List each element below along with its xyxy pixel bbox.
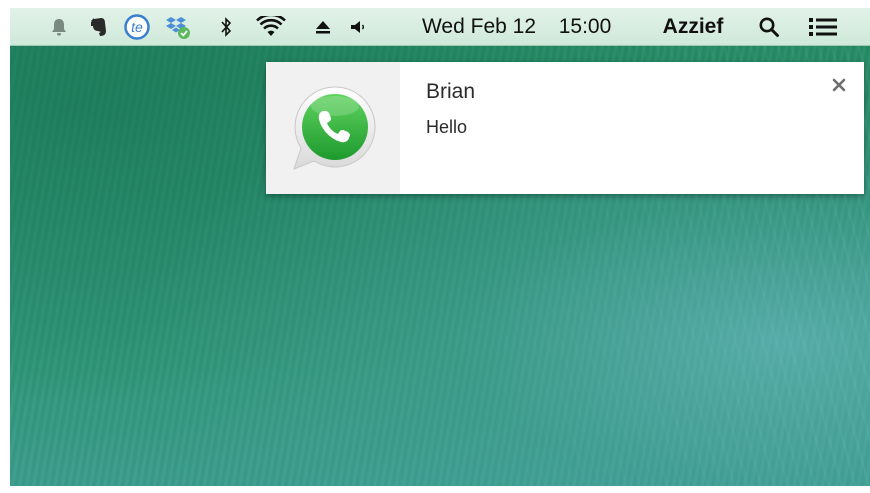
dropbox-synced-icon[interactable] [162,8,194,45]
wifi-icon[interactable] [254,8,288,45]
user-menu[interactable]: Azzief [648,8,738,45]
bluetooth-icon[interactable] [216,8,236,45]
whatsapp-icon [293,86,376,170]
notification-icon-pane [266,62,400,194]
evernote-elephant-icon[interactable] [86,8,112,45]
eject-icon[interactable] [312,8,334,45]
spotlight-search-icon[interactable] [756,8,782,45]
screen: te Wed Feb 12 15:00 Azzief Brian Hello [10,8,870,486]
svg-text:te: te [131,19,143,35]
user-name: Azzief [662,14,724,38]
clock-time: 15:00 [558,14,612,38]
volume-icon[interactable] [348,8,370,45]
close-icon[interactable] [830,76,848,94]
notification-center-list-icon[interactable] [806,8,840,45]
bell-icon[interactable] [46,8,72,45]
clock-date: Wed Feb 12 [421,14,536,38]
notification-body: Hello [426,117,468,137]
menu-bar: te Wed Feb 12 15:00 Azzief [10,8,870,46]
notification-title: Brian [426,80,476,103]
notification-banner[interactable]: Brian Hello [266,62,864,194]
menubar-clock[interactable]: Wed Feb 12 [408,8,550,45]
te-app-icon[interactable]: te [122,8,152,45]
menubar-time[interactable]: 15:00 [552,8,618,45]
